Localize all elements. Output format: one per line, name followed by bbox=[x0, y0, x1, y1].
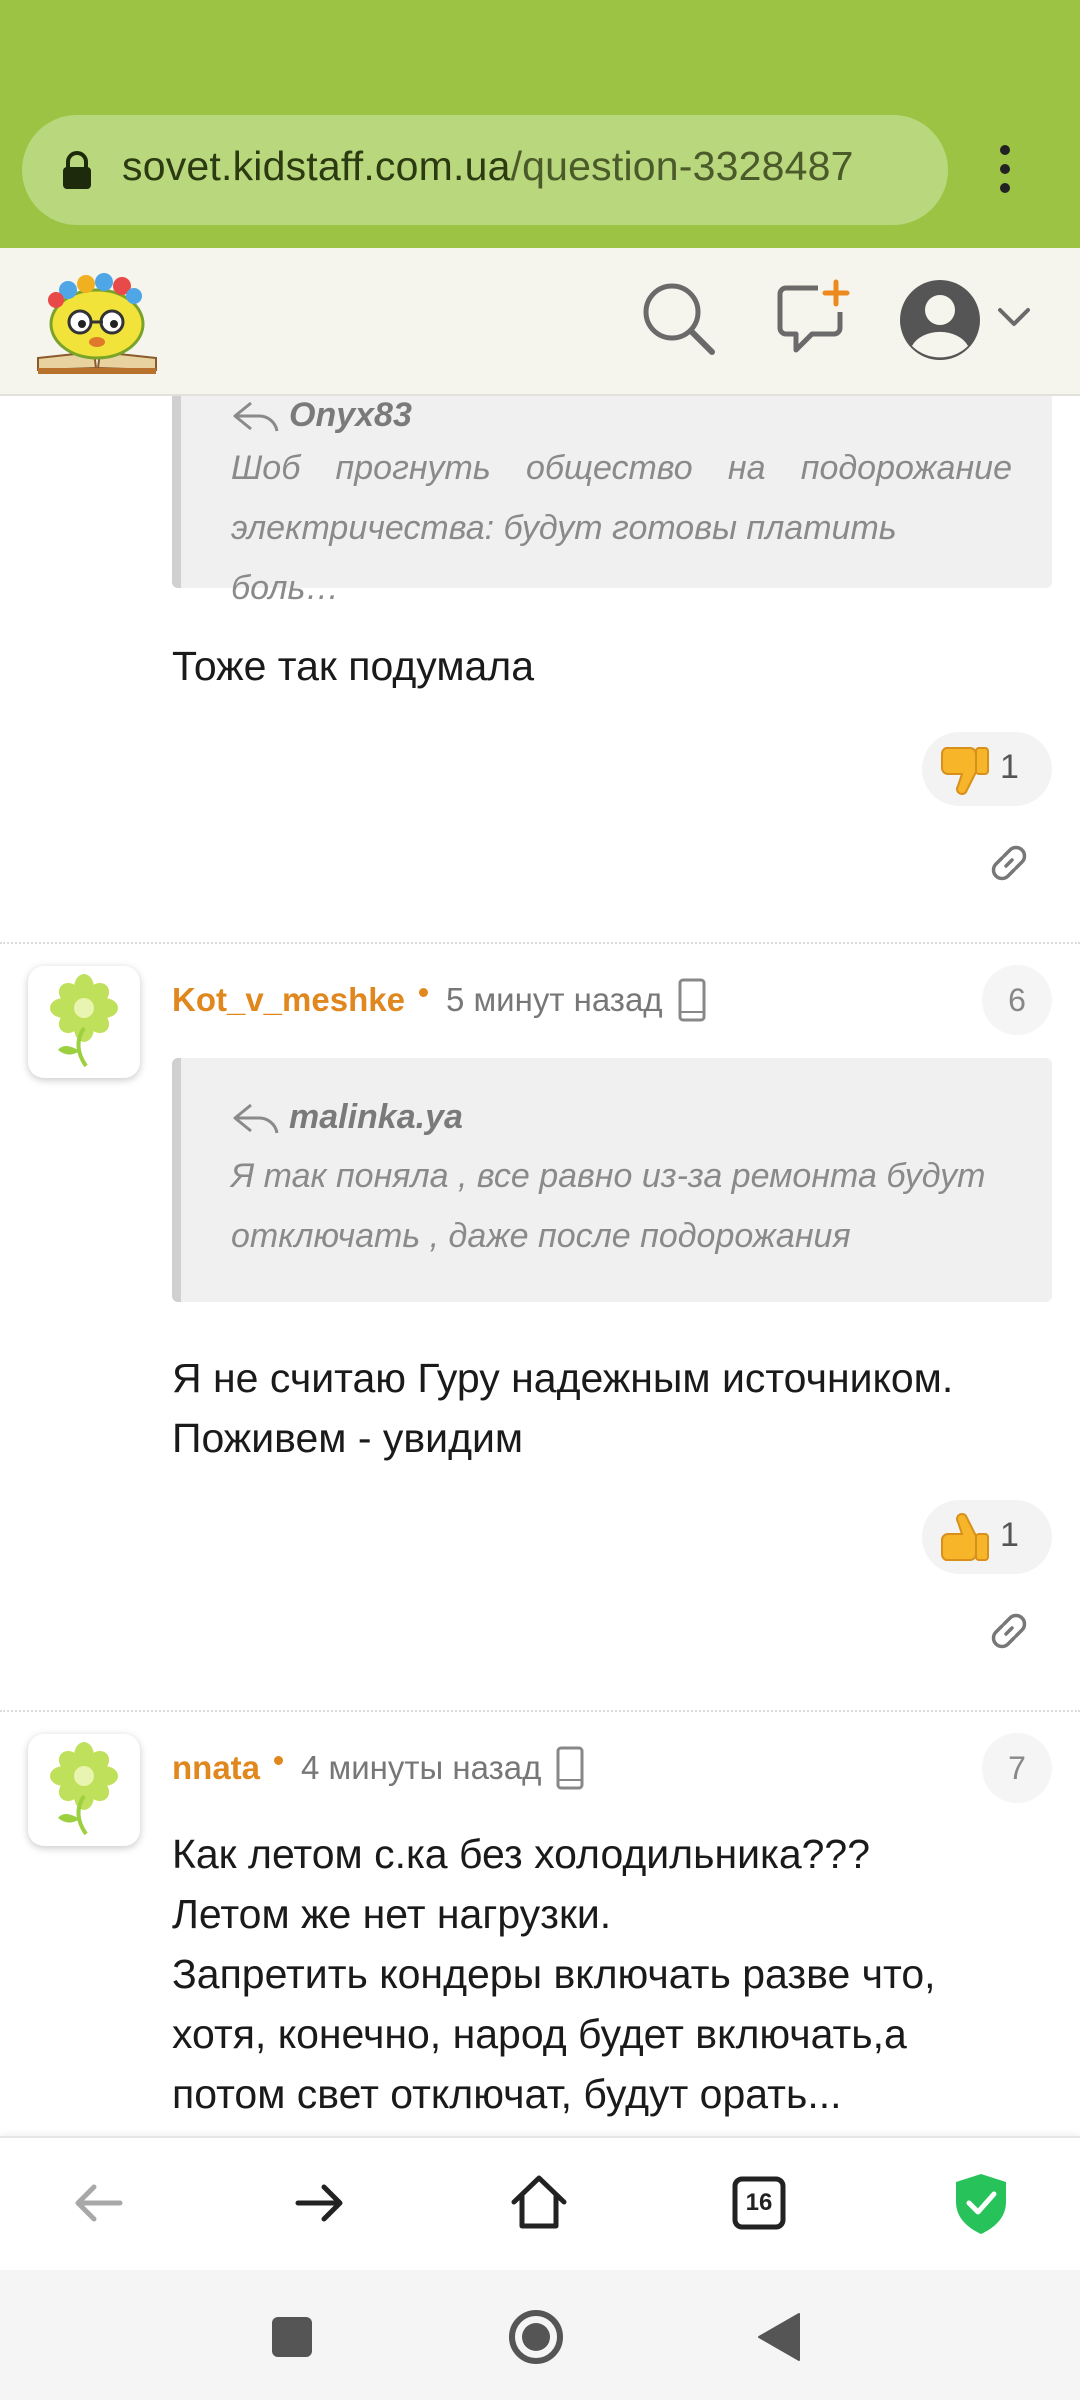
browser-bottom-nav: 16 bbox=[0, 2136, 1080, 2270]
flower-avatar bbox=[50, 1742, 118, 1836]
comment-text-line: Я не считаю Гуру надежным источником. bbox=[172, 1355, 954, 1401]
site-logo[interactable] bbox=[34, 268, 160, 376]
comment-text-line: потом свет отключат, будут орать... bbox=[172, 2071, 842, 2117]
comment-text-line: Поживем - увидим bbox=[172, 1415, 524, 1461]
thumbs-up-icon bbox=[941, 1513, 989, 1561]
add-question-icon[interactable] bbox=[776, 278, 852, 356]
username[interactable]: Kot_v_meshke bbox=[172, 981, 405, 1019]
lock-icon[interactable] bbox=[60, 151, 94, 191]
phone-icon bbox=[556, 1746, 584, 1790]
quote-author: malinka.ya bbox=[231, 1098, 463, 1137]
chevron-down-icon[interactable] bbox=[994, 302, 1034, 332]
comments-feed[interactable]: Onyx83 Шоб прогнуть общество на подорожа… bbox=[0, 396, 1080, 2136]
timestamp: 4 минуты назад bbox=[301, 1749, 542, 1786]
quote-text-line: Шоб прогнуть общество на подорожание bbox=[231, 449, 1012, 487]
home-icon[interactable] bbox=[504, 2168, 574, 2238]
kebab-menu-icon[interactable] bbox=[990, 140, 1020, 200]
comment-text-line: Летом же нет нагрузки. bbox=[172, 1891, 612, 1937]
comment-number[interactable]: 6 bbox=[982, 965, 1052, 1035]
search-icon[interactable] bbox=[640, 280, 716, 356]
phone-icon bbox=[678, 978, 706, 1022]
reply-icon bbox=[233, 1103, 279, 1133]
browser-toolbar: sovet.kidstaff.com.ua/question-3328487 bbox=[0, 0, 1080, 248]
user-avatar[interactable] bbox=[28, 1734, 140, 1846]
forward-arrow-icon[interactable] bbox=[284, 2168, 354, 2238]
system-nav-bar bbox=[0, 2270, 1080, 2400]
quote-text-line: Я так поняла , все равно из-за ремонта б… bbox=[231, 1157, 986, 1195]
reaction-count: 1 bbox=[1000, 1516, 1019, 1554]
thumbs-down-icon bbox=[941, 747, 989, 795]
comment-text-line: Запретить кондеры включать разве что, bbox=[172, 1951, 936, 1997]
comment-meta: Kot_v_meshke 5 минут назад bbox=[172, 970, 707, 1030]
profile-icon[interactable] bbox=[898, 278, 982, 362]
site-header bbox=[0, 248, 1080, 396]
quote-author-name: malinka.ya bbox=[289, 1098, 463, 1136]
comment-text-line: хотя, конечно, народ будет включать,а bbox=[172, 2011, 907, 2057]
url-domain: sovet.kidstaff.com.ua bbox=[122, 143, 511, 189]
comment-divider bbox=[0, 942, 1080, 944]
comment-divider bbox=[0, 1710, 1080, 1712]
link-icon[interactable] bbox=[986, 840, 1032, 886]
quote-block: malinka.ya Я так поняла , все равно из-з… bbox=[172, 1058, 1052, 1302]
address-bar[interactable]: sovet.kidstaff.com.ua/question-3328487 bbox=[22, 115, 948, 225]
tabs-button[interactable]: 16 bbox=[724, 2168, 794, 2238]
quote-author-name: Onyx83 bbox=[289, 396, 412, 434]
shield-check-icon[interactable] bbox=[946, 2168, 1016, 2238]
flower-avatar bbox=[50, 974, 118, 1068]
separator-dot bbox=[274, 1755, 284, 1765]
comment-number[interactable]: 7 bbox=[982, 1733, 1052, 1803]
comment-text-line: Как летом с.ка без холодильника??? bbox=[172, 1831, 871, 1877]
reply-icon bbox=[233, 401, 279, 431]
quote-text-line: отключать , даже после подорожания bbox=[231, 1217, 851, 1255]
url-text[interactable]: sovet.kidstaff.com.ua/question-3328487 bbox=[122, 143, 854, 190]
username[interactable]: nnata bbox=[172, 1749, 260, 1787]
reaction-button[interactable]: 1 bbox=[922, 732, 1052, 806]
url-path: /question-3328487 bbox=[510, 143, 854, 189]
quote-text-line: электричества: будут готовы платить боль… bbox=[231, 509, 897, 607]
quote-block: Onyx83 Шоб прогнуть общество на подорожа… bbox=[172, 396, 1052, 607]
user-avatar[interactable] bbox=[28, 966, 140, 1078]
timestamp: 5 минут назад bbox=[445, 981, 663, 1018]
quote-author: Onyx83 bbox=[231, 396, 412, 435]
comment-meta: nnata 4 минуты назад bbox=[172, 1738, 585, 1798]
separator-dot bbox=[418, 987, 428, 997]
back-arrow-icon[interactable] bbox=[64, 2168, 134, 2238]
circle-icon[interactable] bbox=[501, 2302, 571, 2372]
tabs-count: 16 bbox=[745, 2189, 773, 2216]
square-icon[interactable] bbox=[257, 2302, 327, 2372]
reaction-button[interactable]: 1 bbox=[922, 1500, 1052, 1574]
triangle-back-icon[interactable] bbox=[745, 2302, 815, 2372]
reaction-count: 1 bbox=[1000, 748, 1019, 786]
comment-text: Тоже так подумала bbox=[172, 643, 535, 689]
link-icon[interactable] bbox=[986, 1608, 1032, 1654]
